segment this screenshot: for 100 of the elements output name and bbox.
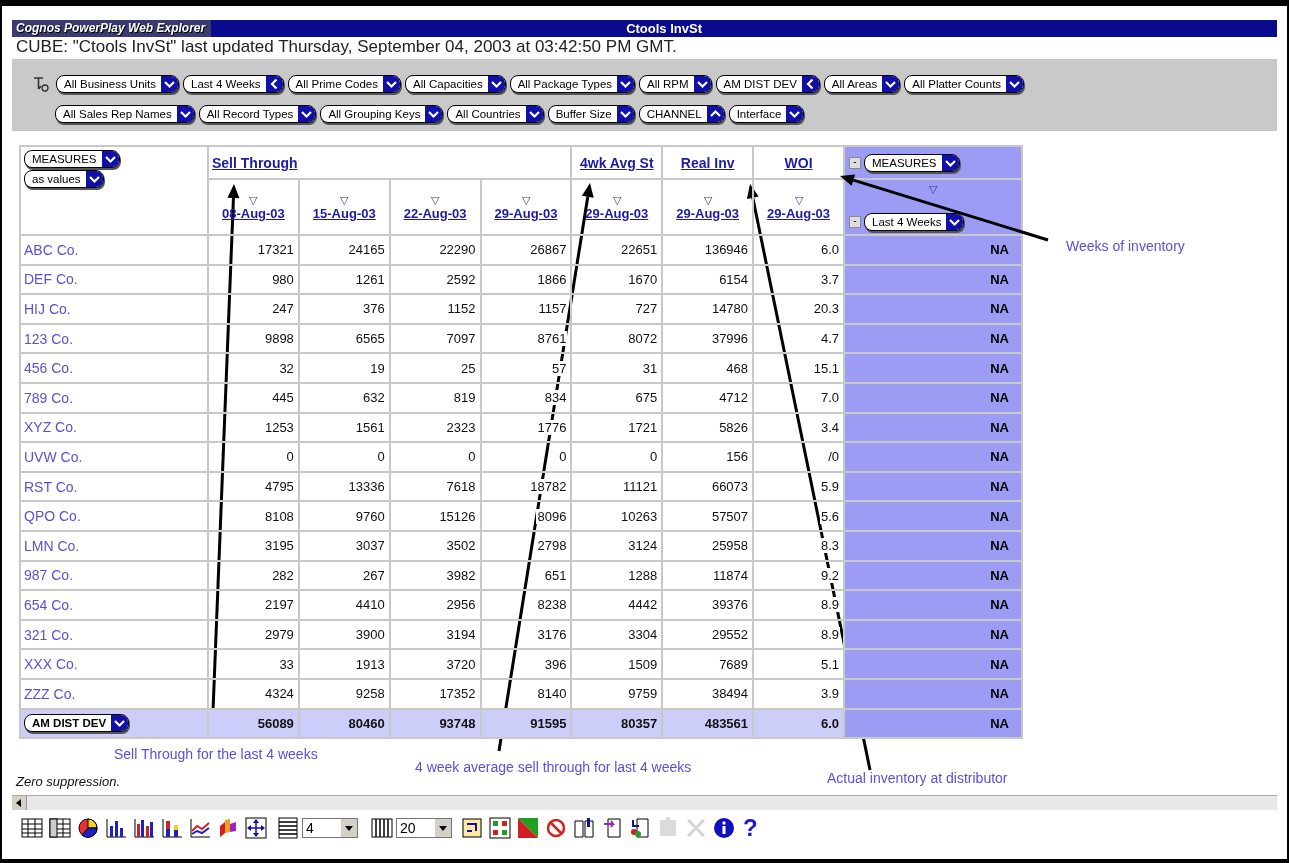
dropdown[interactable]: All Grouping Keys bbox=[320, 105, 444, 123]
chevron-down-icon[interactable] bbox=[525, 106, 543, 122]
date-link[interactable]: 29-Aug-03 bbox=[676, 205, 740, 221]
chevron-down-icon[interactable] bbox=[693, 76, 711, 92]
table-icon[interactable] bbox=[20, 815, 44, 840]
dropdown[interactable]: All Prime Codes bbox=[287, 75, 401, 93]
dropdown[interactable]: All Countries bbox=[447, 105, 544, 123]
chevron-down-icon[interactable] bbox=[786, 106, 804, 122]
row-label[interactable]: UVW Co. bbox=[24, 448, 83, 465]
table-cell: 22290 bbox=[389, 235, 481, 265]
row-label[interactable]: 987 Co. bbox=[24, 567, 74, 584]
dropdown[interactable]: Buffer Size bbox=[547, 105, 635, 123]
chevron-down-icon[interactable] bbox=[616, 106, 634, 122]
table-cell: 6565 bbox=[298, 323, 390, 354]
chevron-left-icon[interactable] bbox=[265, 76, 283, 92]
swap-icon[interactable] bbox=[460, 815, 484, 840]
collapse-button[interactable]: - bbox=[849, 156, 861, 169]
chevron-down-icon[interactable] bbox=[487, 76, 505, 92]
row-label[interactable]: 789 Co. bbox=[24, 389, 74, 406]
dropdown[interactable]: All Sales Rep Names bbox=[55, 105, 195, 123]
dropdown[interactable]: Last 4 Weeks bbox=[183, 75, 284, 93]
dropdown[interactable]: CHANNEL bbox=[638, 105, 725, 123]
sort-mark[interactable]: ▽ bbox=[481, 193, 571, 206]
chevron-down-icon[interactable] bbox=[1006, 76, 1024, 92]
sort-mark[interactable]: ▽ bbox=[572, 193, 662, 206]
dropdown[interactable]: All Capacities bbox=[404, 75, 506, 93]
table-cell: 0 bbox=[298, 442, 390, 472]
chevron-down-icon[interactable] bbox=[111, 715, 129, 731]
arrows-icon[interactable] bbox=[244, 815, 268, 840]
sort-mark[interactable]: ▽ bbox=[299, 193, 389, 206]
chevron-down-icon[interactable] bbox=[941, 154, 959, 171]
dropdown[interactable]: All Package Types bbox=[509, 75, 636, 93]
row-label[interactable]: 456 Co. bbox=[24, 360, 74, 377]
date-link[interactable]: 29-Aug-03 bbox=[767, 205, 830, 221]
chevron-up-icon[interactable] bbox=[706, 106, 724, 122]
row-label[interactable]: RST Co. bbox=[24, 478, 78, 495]
sort-mark[interactable]: ▽ bbox=[663, 193, 753, 206]
row-label[interactable]: QPO Co. bbox=[24, 508, 81, 525]
sort-mark[interactable]: ▽ bbox=[209, 193, 298, 206]
table-cell: NA bbox=[844, 678, 1022, 709]
date-link[interactable]: 15-Aug-03 bbox=[312, 205, 376, 221]
table-cell: 7.0 bbox=[753, 382, 844, 413]
row-label[interactable]: 321 Co. bbox=[24, 626, 74, 643]
row-label[interactable]: XXX Co. bbox=[24, 656, 78, 673]
squares-icon[interactable] bbox=[488, 815, 512, 840]
table-cell: 32 bbox=[208, 353, 299, 383]
dropdown[interactable]: MEASURES bbox=[24, 150, 120, 168]
scroll-bar[interactable] bbox=[12, 794, 1277, 810]
row-label[interactable]: 123 Co. bbox=[24, 330, 74, 347]
row-label[interactable]: 654 Co. bbox=[24, 596, 74, 613]
date-link[interactable]: 22-Aug-03 bbox=[403, 205, 467, 221]
dropdown[interactable]: All Business Units bbox=[56, 75, 180, 93]
table-cell: 57507 bbox=[662, 501, 754, 531]
row-label[interactable]: XYZ Co. bbox=[24, 419, 77, 436]
book-icon[interactable] bbox=[572, 815, 596, 840]
table-cell: 2197 bbox=[208, 590, 299, 620]
chevron-down-icon[interactable] bbox=[161, 76, 179, 92]
chevron-down-icon[interactable] bbox=[425, 106, 443, 122]
row-label[interactable]: ABC Co. bbox=[24, 241, 79, 258]
sort-mark[interactable]: ▽ bbox=[849, 183, 1017, 195]
table-cell: 3982 bbox=[389, 560, 481, 591]
chevron-down-icon[interactable] bbox=[882, 76, 900, 92]
chevron-down-icon[interactable] bbox=[176, 106, 194, 122]
indented-table-icon[interactable] bbox=[48, 815, 72, 840]
sort-mark[interactable]: ▽ bbox=[390, 193, 480, 206]
date-link[interactable]: 29-Aug-03 bbox=[494, 205, 558, 221]
dropdown[interactable]: AM DIST DEV bbox=[24, 714, 130, 732]
drill-icon[interactable] bbox=[32, 75, 50, 93]
chevron-down-icon[interactable] bbox=[946, 214, 964, 230]
chevron-left-icon[interactable] bbox=[801, 76, 819, 92]
dropdown[interactable]: All RPM bbox=[639, 75, 712, 93]
dropdown[interactable]: MEASURES bbox=[864, 153, 960, 172]
sort-mark[interactable]: ▽ bbox=[754, 193, 843, 206]
chevron-down-icon[interactable] bbox=[617, 76, 635, 92]
rows-select[interactable]: 4 bbox=[302, 817, 358, 838]
table-cell: 37996 bbox=[662, 323, 754, 354]
dropdown[interactable]: All Record Types bbox=[198, 105, 317, 123]
columns-select[interactable]: 20 bbox=[396, 817, 452, 838]
dropdown[interactable]: AM DIST DEV bbox=[715, 75, 820, 93]
help-icon[interactable]: ? bbox=[740, 815, 761, 840]
document-icon[interactable] bbox=[628, 815, 652, 840]
dropdown[interactable]: Last 4 Weeks bbox=[864, 213, 965, 231]
info-icon[interactable] bbox=[712, 815, 736, 840]
chevron-down-icon[interactable] bbox=[382, 76, 400, 92]
dropdown[interactable]: All Platter Counts bbox=[904, 75, 1025, 93]
row-label[interactable]: LMN Co. bbox=[24, 537, 80, 554]
dropdown[interactable]: Interface bbox=[728, 105, 805, 123]
pie-chart-icon[interactable] bbox=[76, 815, 100, 840]
ratio-icon[interactable] bbox=[516, 815, 540, 840]
measure-link[interactable]: Sell Through bbox=[212, 154, 298, 171]
row-label[interactable]: HIJ Co. bbox=[24, 301, 71, 317]
measure-link[interactable]: WOI bbox=[784, 154, 813, 171]
dropdown[interactable]: All Areas bbox=[823, 75, 901, 93]
chevron-down-icon[interactable] bbox=[101, 151, 119, 167]
row-label[interactable]: ZZZ Co. bbox=[24, 685, 76, 702]
dropdown[interactable]: as values bbox=[24, 170, 104, 188]
row-label[interactable]: DEF Co. bbox=[24, 271, 78, 288]
chevron-down-icon[interactable] bbox=[298, 106, 316, 122]
collapse-button[interactable]: - bbox=[849, 216, 861, 228]
chevron-down-icon[interactable] bbox=[85, 171, 103, 187]
